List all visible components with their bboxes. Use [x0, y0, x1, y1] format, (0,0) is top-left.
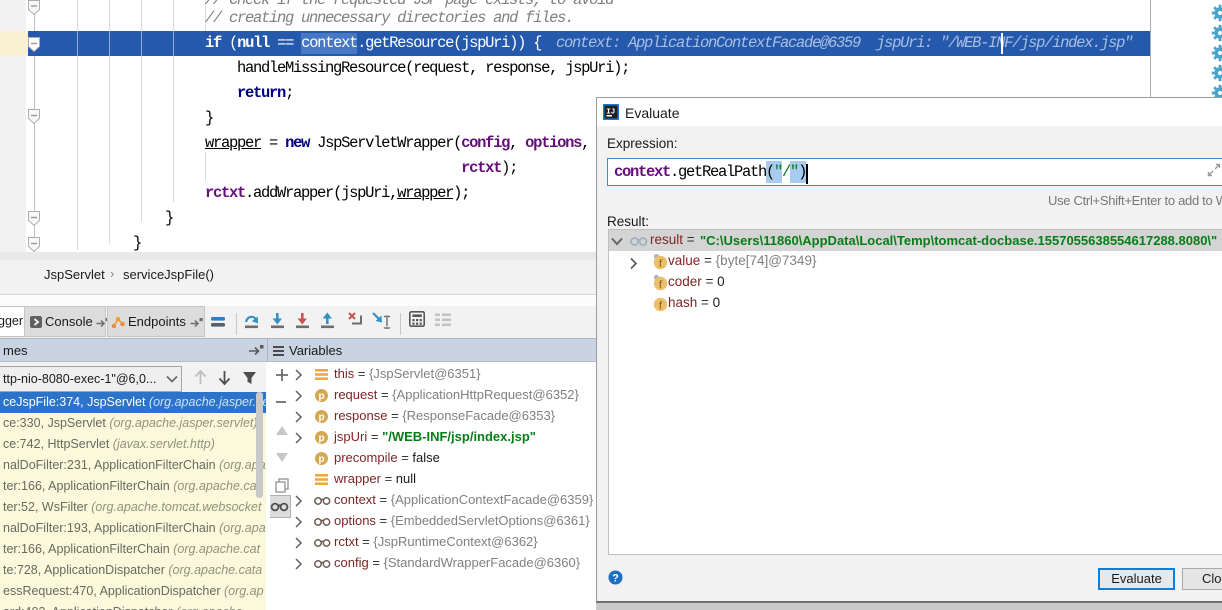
svg-text:p: p	[318, 391, 324, 402]
svg-text:p: p	[318, 454, 324, 465]
svg-text:f: f	[659, 279, 663, 291]
svg-text:?: ?	[612, 573, 619, 585]
svg-text:p: p	[318, 412, 324, 423]
svg-text:p: p	[318, 433, 324, 444]
svg-text:f: f	[659, 258, 663, 270]
svg-text:f: f	[659, 300, 663, 312]
